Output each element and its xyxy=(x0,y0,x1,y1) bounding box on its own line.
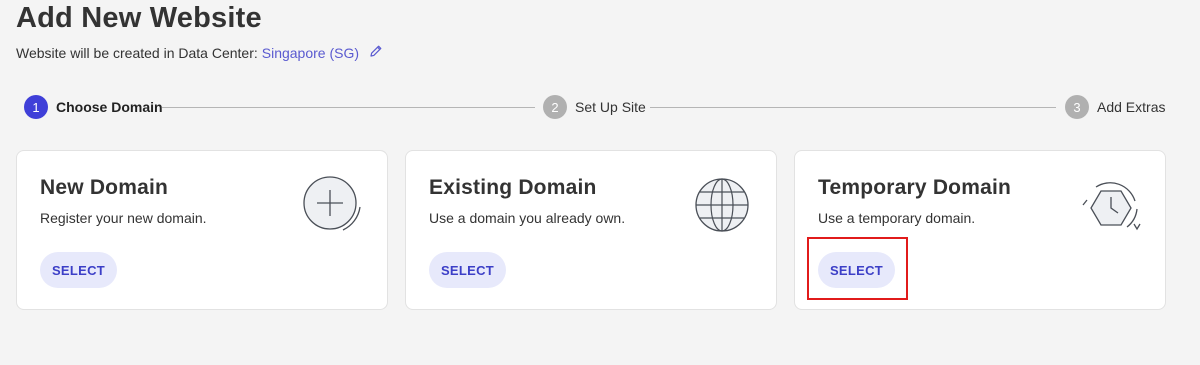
card-title: Existing Domain xyxy=(429,176,597,199)
card-new-domain: New Domain Register your new domain. SEL… xyxy=(16,150,388,310)
page-title: Add New Website xyxy=(16,2,262,34)
step-connector xyxy=(650,106,1056,108)
step-connector xyxy=(162,106,535,108)
select-existing-domain-button[interactable]: SELECT xyxy=(429,252,506,288)
card-title: New Domain xyxy=(40,176,169,199)
step-choose-domain: 1 Choose Domain xyxy=(24,95,163,119)
globe-icon xyxy=(690,173,754,237)
card-description: Use a temporary domain. xyxy=(818,210,976,226)
step-label: Choose Domain xyxy=(56,99,163,115)
card-existing-domain: Existing Domain Use a domain you already… xyxy=(405,150,777,310)
step-label: Add Extras xyxy=(1097,99,1166,115)
data-center-label: Website will be created in Data Center: xyxy=(16,45,258,61)
pencil-icon[interactable] xyxy=(369,44,383,58)
selection-highlight xyxy=(807,237,908,300)
step-number: 3 xyxy=(1065,95,1089,119)
card-description: Use a domain you already own. xyxy=(429,210,626,226)
step-add-extras: 3 Add Extras xyxy=(1065,95,1165,119)
data-center-info: Website will be created in Data Center: … xyxy=(16,45,383,61)
plus-circle-icon xyxy=(301,173,365,237)
select-new-domain-button[interactable]: SELECT xyxy=(40,252,117,288)
card-description: Register your new domain. xyxy=(40,210,207,226)
step-label: Set Up Site xyxy=(575,99,646,115)
data-center-link[interactable]: Singapore (SG) xyxy=(262,45,359,61)
step-number: 2 xyxy=(543,95,567,119)
progress-stepper: 1 Choose Domain 2 Set Up Site 3 Add Extr… xyxy=(0,95,1200,119)
step-set-up-site: 2 Set Up Site xyxy=(543,95,646,119)
card-title: Temporary Domain xyxy=(818,176,1012,199)
step-number: 1 xyxy=(24,95,48,119)
clock-hexagon-icon xyxy=(1079,173,1143,237)
